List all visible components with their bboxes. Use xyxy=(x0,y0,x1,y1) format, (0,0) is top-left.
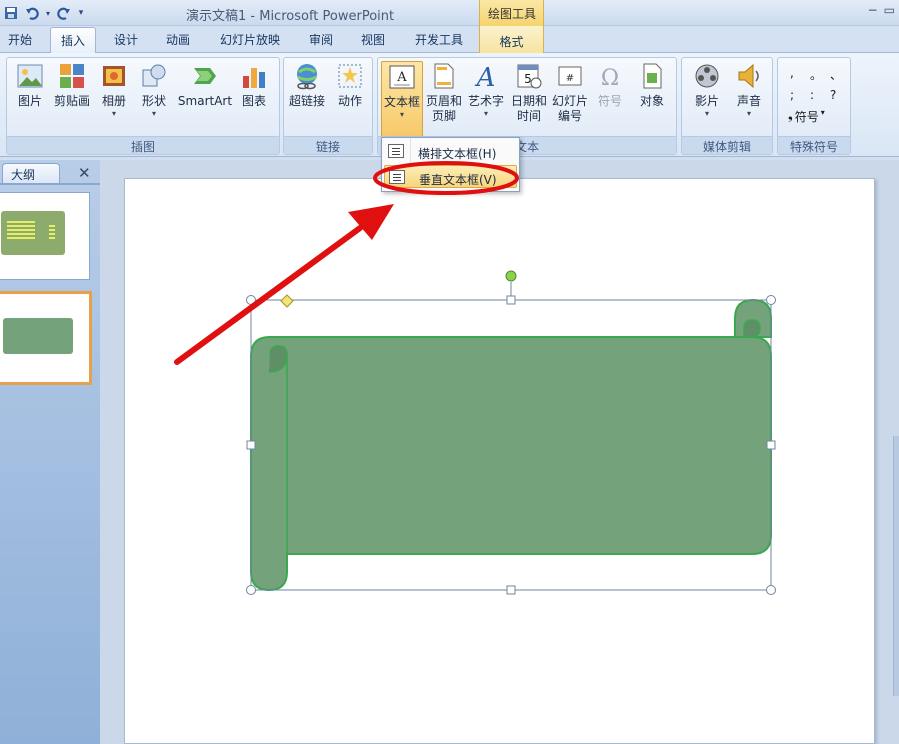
menu-item-horizontal-textbox[interactable]: 横排文本框(H) xyxy=(384,140,517,163)
adjustment-handle[interactable] xyxy=(280,294,294,308)
horizontal-textbox-icon xyxy=(388,144,404,158)
resize-handle-left[interactable] xyxy=(246,440,256,450)
resize-handle-bottom-right[interactable] xyxy=(766,585,776,595)
vertical-textbox-label: 垂直文本框(V) xyxy=(419,173,497,187)
vertical-textbox-icon xyxy=(389,170,405,184)
powerpoint-window: ▾ ▾ 演示文稿1 - Microsoft PowerPoint 绘图工具 − … xyxy=(0,0,899,744)
resize-handle-bottom-left[interactable] xyxy=(246,585,256,595)
menu-item-vertical-textbox[interactable]: 垂直文本框(V) xyxy=(384,165,517,188)
resize-handle-top[interactable] xyxy=(506,295,516,305)
textbox-dropdown-menu: 横排文本框(H) 垂直文本框(V) xyxy=(381,137,520,192)
resize-handle-bottom[interactable] xyxy=(506,585,516,595)
resize-handle-top-right[interactable] xyxy=(766,295,776,305)
horizontal-scroll-shape[interactable] xyxy=(250,298,772,592)
slide-overlay xyxy=(174,204,776,595)
rotation-handle[interactable] xyxy=(505,270,517,282)
horizontal-textbox-label: 横排文本框(H) xyxy=(418,147,497,161)
resize-handle-right[interactable] xyxy=(766,440,776,450)
